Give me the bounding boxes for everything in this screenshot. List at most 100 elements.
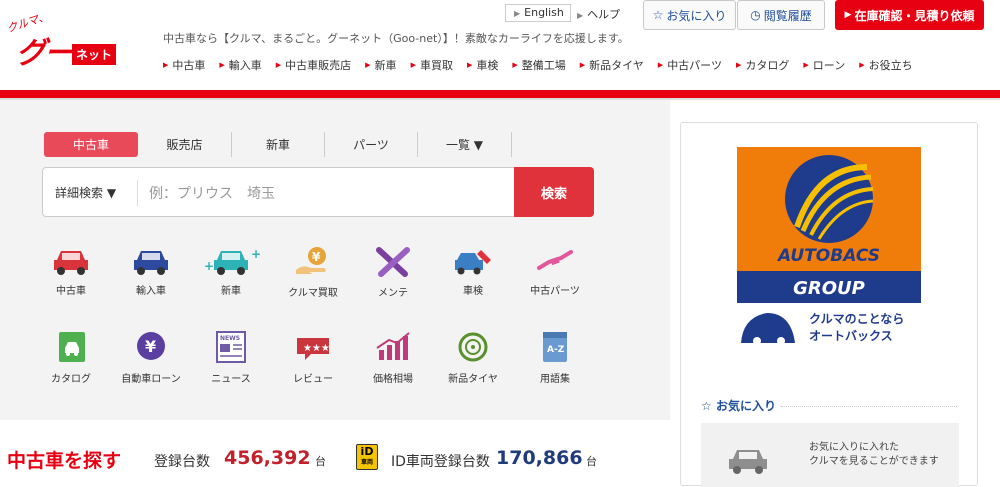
svg-text:NEWS: NEWS: [220, 335, 240, 342]
help-link[interactable]: ▶ ヘルプ: [577, 6, 620, 22]
svg-text:¥: ¥: [145, 337, 156, 356]
autobacs-logo: AUTOBACS GROUP クルマのことなら オートバックス: [737, 147, 921, 347]
id-badge-sub: 車両: [360, 459, 373, 466]
shortcut-inspection[interactable]: 車検: [433, 246, 513, 297]
inspection-icon: [455, 250, 491, 275]
svg-text:A-Z: A-Z: [547, 345, 565, 355]
triangle-icon: ▶: [365, 61, 371, 69]
help-label: ヘルプ: [587, 8, 621, 21]
ad-brand: AUTOBACS: [776, 246, 880, 266]
shortcut-catalog[interactable]: カタログ: [31, 330, 111, 385]
shortcut-glossary[interactable]: A-Z 用語集: [515, 330, 595, 385]
nav-label: カタログ: [745, 59, 790, 72]
loan-icon: ¥: [137, 332, 165, 360]
arrow-right-icon: ▶: [844, 10, 852, 20]
triangle-icon: ▶: [579, 61, 586, 69]
advanced-search-dropdown[interactable]: 詳細検索 ▼: [55, 184, 116, 201]
shortcut-used-car[interactable]: 中古車: [31, 246, 111, 297]
goo-net-logo[interactable]: クルマ、 グー ネット: [5, 10, 116, 71]
search-box: 詳細検索 ▼ 検索: [42, 167, 594, 217]
tab-used-car[interactable]: 中古車: [44, 132, 138, 157]
icon-label: 新車: [221, 286, 241, 297]
icon-label: 輸入車: [136, 286, 166, 297]
icon-label: 中古車: [56, 286, 86, 297]
shortcut-new-car[interactable]: + + 新車: [191, 246, 271, 297]
shortcut-import-car[interactable]: 輸入車: [111, 246, 191, 297]
star-icon: ☆: [652, 8, 664, 22]
nav-item-dealers[interactable]: ▶ 中古車販売店: [276, 57, 351, 73]
nav-item-garage[interactable]: ▶ 整備工場: [512, 57, 565, 73]
triangle-icon: ▶: [163, 61, 169, 69]
nav-label: 新車: [374, 59, 397, 72]
nav-item-tires[interactable]: ▶ 新品タイヤ: [580, 57, 644, 73]
logo-net: ネット: [72, 44, 116, 65]
shortcut-maintenance[interactable]: メンテ: [353, 246, 433, 299]
favorites-empty-text: お気に入りに入れた クルマを見ることができます: [809, 441, 939, 469]
ad-group: GROUP: [793, 278, 865, 299]
shortcut-tire[interactable]: 新品タイヤ: [433, 330, 513, 385]
search-input[interactable]: [149, 178, 509, 208]
nav-item-buyback[interactable]: ▶ 車買取: [411, 57, 453, 73]
triangle-icon: ▶: [512, 61, 518, 69]
favorites-button[interactable]: ☆ お気に入り: [643, 0, 736, 30]
shortcut-news[interactable]: NEWS ニュース: [191, 330, 271, 385]
nav-item-used-car[interactable]: ▶ 中古車: [163, 57, 205, 73]
icon-label: レビュー: [293, 374, 333, 385]
nav-item-parts[interactable]: ▶ 中古パーツ: [658, 57, 722, 73]
arrow-icon: ▶: [514, 9, 521, 18]
import-car-icon: [134, 251, 168, 275]
registered-count-label: 登録台数: [154, 454, 210, 470]
autobacs-ad[interactable]: AUTOBACS GROUP クルマのことなら オートバックス: [737, 147, 921, 347]
stock-inquiry-button[interactable]: ▶ 在庫確認・見積り依頼: [835, 0, 984, 30]
nav-item-new-car[interactable]: ▶ 新車: [365, 57, 396, 73]
nav-label: ローン: [812, 59, 846, 72]
nav-item-import[interactable]: ▶ 輸入車: [219, 57, 261, 73]
tab-parts[interactable]: パーツ: [325, 132, 418, 157]
nav-label: 車検: [476, 59, 499, 72]
shortcut-price[interactable]: 価格相場: [353, 330, 433, 385]
parts-icon: [537, 250, 573, 270]
search-button[interactable]: 検索: [514, 167, 594, 217]
icon-label: メンテ: [378, 288, 408, 299]
stock-inquiry-label: 在庫確認・見積り依頼: [854, 8, 975, 23]
nav-label: 中古車販売店: [285, 59, 352, 72]
id-badge-text: iD: [360, 445, 374, 458]
triangle-icon: ▶: [275, 61, 282, 69]
favorites-heading-label: お気に入り: [715, 399, 776, 413]
nav-item-loan[interactable]: ▶ ローン: [803, 57, 845, 73]
triangle-icon: ▶: [410, 61, 416, 69]
nav-item-useful[interactable]: ▶ お役立ち: [859, 57, 912, 73]
icon-label: クルマ買取: [288, 288, 338, 299]
review-icon: ★★★: [297, 338, 330, 360]
tab-new-car[interactable]: 新車: [232, 132, 325, 157]
arrow-icon: ▶: [577, 11, 584, 20]
icon-label: ニュース: [211, 374, 251, 385]
icon-label: 用語集: [540, 374, 570, 385]
english-label: English: [524, 6, 564, 19]
search-panel: 中古車 販売店 新車 パーツ 一覧 ▼ 詳細検索 ▼ 検索 中古車 輸入車: [0, 100, 670, 420]
buyback-icon: ¥: [296, 247, 326, 274]
shortcut-review[interactable]: ★★★ レビュー: [273, 330, 353, 385]
tab-dealers[interactable]: 販売店: [138, 132, 232, 157]
tools-icon: [376, 247, 410, 277]
favorites-heading: ☆ お気に入り: [701, 397, 776, 414]
svg-text:+: +: [204, 259, 214, 273]
english-link[interactable]: ▶ English: [505, 4, 571, 22]
favorites-label: お気に入り: [666, 8, 727, 23]
nav-item-catalog[interactable]: ▶ カタログ: [736, 57, 789, 73]
favorites-empty-line-1: お気に入りに入れた: [809, 442, 899, 453]
triangle-icon: ▶: [859, 61, 865, 69]
header-red-bar: [0, 90, 1000, 98]
used-car-stats: 中古車を探す 登録台数 456,392 台 iD 車両 ID車両登録台数 170…: [0, 420, 670, 486]
shortcut-loan[interactable]: ¥ 自動車ローン: [111, 330, 191, 385]
favorites-empty-box: お気に入りに入れた クルマを見ることができます: [701, 423, 959, 487]
tab-list[interactable]: 一覧 ▼: [418, 132, 512, 157]
ad-tagline-2: オートバックス: [809, 329, 893, 343]
nav-item-inspection[interactable]: ▶ 車検: [467, 57, 498, 73]
favorites-divider: [781, 406, 957, 407]
shortcut-buyback[interactable]: ¥ クルマ買取: [273, 246, 353, 299]
nav-label: 整備工場: [521, 59, 566, 72]
icon-label: 自動車ローン: [121, 374, 181, 385]
shortcut-parts[interactable]: 中古パーツ: [515, 246, 595, 297]
history-button[interactable]: ◷ 閲覧履歴: [737, 0, 825, 30]
